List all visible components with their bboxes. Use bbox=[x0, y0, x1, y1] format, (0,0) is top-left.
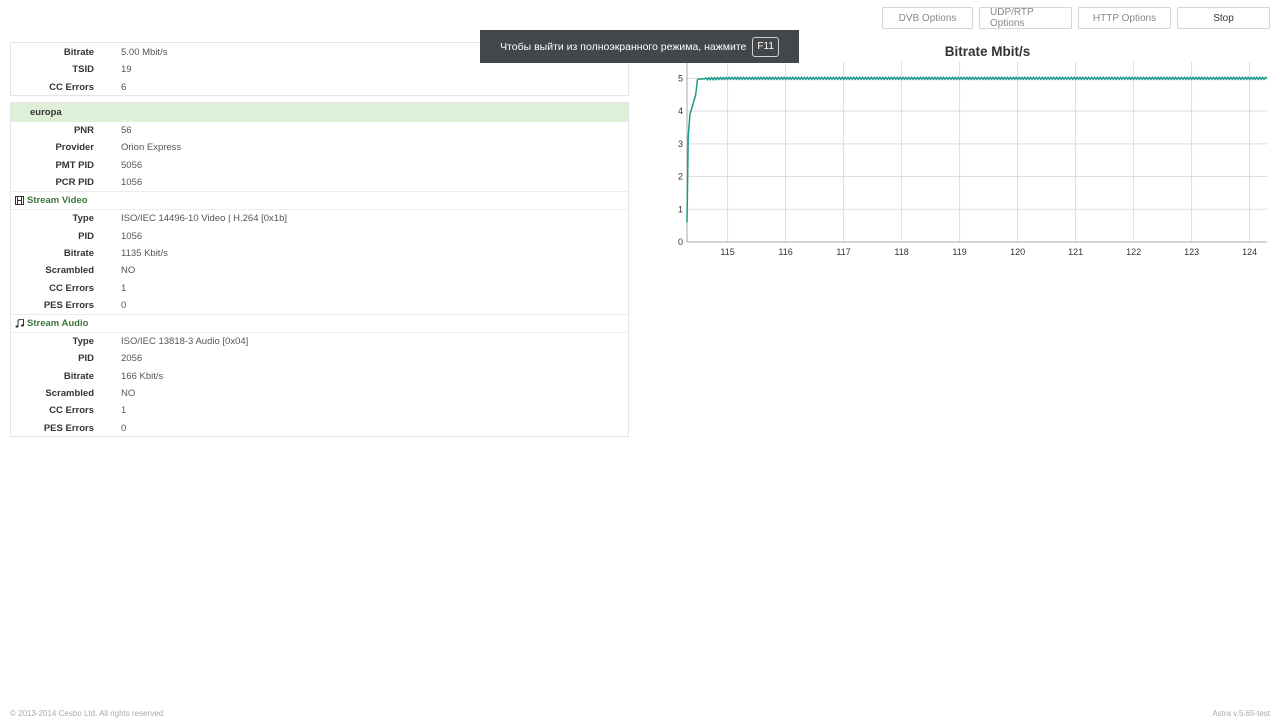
stop-button[interactable]: Stop bbox=[1177, 7, 1270, 29]
info-row: CC Errors 1 bbox=[11, 279, 628, 296]
info-value: ISO/IEC 14496-10 Video | H.264 [0x1b] bbox=[121, 213, 288, 225]
info-row: PCR PID 1056 bbox=[11, 174, 628, 191]
info-row: PNR 56 bbox=[11, 122, 628, 139]
y-tick-label: 0 bbox=[678, 237, 683, 247]
info-row: Bitrate 166 Kbit/s bbox=[11, 368, 628, 385]
info-value: 0 bbox=[121, 299, 127, 311]
info-row: PES Errors 0 bbox=[11, 419, 628, 436]
info-label: PES Errors bbox=[43, 299, 94, 311]
info-label: PCR PID bbox=[55, 177, 94, 189]
info-label: PNR bbox=[73, 125, 94, 137]
info-label: CC Errors bbox=[49, 81, 94, 93]
info-row: Scrambled NO bbox=[11, 385, 628, 402]
f11-key-badge: F11 bbox=[752, 36, 779, 57]
info-row: Scrambled NO bbox=[11, 262, 628, 279]
x-tick-label: 116 bbox=[778, 247, 792, 257]
info-value: NO bbox=[121, 388, 136, 399]
stream-video-title: Stream Video bbox=[27, 195, 88, 207]
info-label: PES Errors bbox=[43, 422, 94, 434]
info-row: PES Errors 0 bbox=[11, 297, 628, 314]
x-tick-label: 121 bbox=[1068, 247, 1083, 257]
info-value: 2056 bbox=[121, 353, 143, 365]
x-tick-label: 115 bbox=[720, 247, 734, 257]
stream-audio-rows: Type ISO/IEC 13818-3 Audio [0x04] PID 2056 B… bbox=[11, 333, 628, 437]
film-icon bbox=[15, 196, 24, 206]
info-row: Bitrate 1135 Kbit/s bbox=[11, 245, 628, 262]
fullscreen-exit-notice: Чтобы выйти из полноэкранного режима, на… bbox=[480, 30, 799, 63]
info-label: Bitrate bbox=[63, 47, 94, 59]
music-icon bbox=[15, 318, 24, 328]
fullscreen-notice-text: Чтобы выйти из полноэкранного режима, на… bbox=[500, 40, 747, 53]
info-value: Orion Express bbox=[121, 142, 182, 154]
bitrate-chart: Bitrate Mbit/s 0 1 2 3 4 5 115 116 117 118 119 120 1… bbox=[670, 40, 1280, 270]
info-value: 1056 bbox=[121, 230, 143, 242]
info-row: CC Errors 1 bbox=[11, 402, 628, 419]
info-row: Type ISO/IEC 14496-10 Video | H.264 [0x1b… bbox=[11, 210, 628, 227]
info-label: PMT PID bbox=[55, 159, 94, 171]
channel-info-panel: europa PNR 56 Provider Orion Express PMT PID… bbox=[10, 102, 629, 437]
info-row: Provider Orion Express bbox=[11, 139, 628, 156]
info-row: TSID 19 bbox=[11, 61, 628, 78]
y-tick-label: 3 bbox=[678, 139, 683, 149]
info-value: 1056 bbox=[121, 177, 143, 189]
x-tick-label: 124 bbox=[1242, 247, 1257, 257]
info-row: Type ISO/IEC 13818-3 Audio [0x04] bbox=[11, 333, 628, 350]
toolbar: DVB Options UDP/RTP Options HTTP Options… bbox=[882, 7, 1270, 29]
info-value: 0 bbox=[121, 422, 127, 434]
info-value: ISO/IEC 13818-3 Audio [0x04] bbox=[121, 336, 249, 348]
y-tick-label: 5 bbox=[678, 73, 683, 83]
info-value: 19 bbox=[121, 64, 132, 76]
series-line bbox=[686, 76, 1268, 223]
info-value: 5056 bbox=[121, 159, 143, 171]
x-tick-label: 123 bbox=[1184, 247, 1199, 257]
stream-video-header: Stream Video bbox=[11, 191, 628, 211]
info-row: CC Errors 6 bbox=[11, 79, 628, 96]
y-tick-label: 4 bbox=[678, 106, 683, 116]
x-tick-label: 122 bbox=[1126, 247, 1141, 257]
x-tick-label: 118 bbox=[894, 247, 908, 257]
info-label: Type bbox=[72, 336, 94, 348]
info-label: Scrambled bbox=[45, 388, 94, 399]
info-label: Bitrate bbox=[63, 370, 94, 382]
info-label: Scrambled bbox=[45, 265, 94, 277]
stream-audio-header: Stream Audio bbox=[11, 313, 628, 333]
info-label: Type bbox=[72, 213, 94, 225]
http-options-button[interactable]: HTTP Options bbox=[1078, 7, 1171, 29]
dvb-options-button[interactable]: DVB Options bbox=[882, 7, 973, 29]
stream-video-rows: Type ISO/IEC 14496-10 Video | H.264 [0x1b… bbox=[11, 210, 628, 314]
info-value: 166 Kbit/s bbox=[121, 370, 164, 382]
x-tick-label: 119 bbox=[952, 247, 966, 257]
y-tick-label: 1 bbox=[678, 204, 683, 214]
udp-rtp-options-button[interactable]: UDP/RTP Options bbox=[979, 7, 1072, 29]
chart-canvas: 012345115 116 117 118 119 120 121 122 123 124 bbox=[678, 62, 1268, 257]
channel-name-header: europa bbox=[11, 103, 628, 122]
x-tick-label: 120 bbox=[1010, 247, 1025, 257]
info-value: 5.00 Mbit/s bbox=[121, 47, 168, 59]
info-label: TSID bbox=[72, 64, 94, 76]
version-text: Astra v.5.65-test bbox=[1212, 709, 1270, 718]
info-row: PID 2056 bbox=[11, 350, 628, 367]
copyright-text: © 2013-2014 Cesbo Ltd. All rights reserv… bbox=[10, 709, 166, 718]
info-label: PID bbox=[78, 230, 94, 242]
info-label: Provider bbox=[55, 142, 94, 154]
info-value: 56 bbox=[121, 125, 132, 137]
info-value: 1135 Kbit/s bbox=[121, 247, 168, 259]
info-value: NO bbox=[121, 265, 136, 277]
info-value: 1 bbox=[121, 405, 127, 417]
info-row: PID 1056 bbox=[11, 227, 628, 244]
info-label: PID bbox=[78, 353, 94, 365]
info-value: 1 bbox=[121, 282, 127, 294]
info-label: CC Errors bbox=[49, 405, 94, 417]
channel-info-rows: PNR 56 Provider Orion Express PMT PID 5056 PCR… bbox=[11, 122, 628, 191]
info-value: 6 bbox=[121, 81, 127, 93]
y-tick-label: 2 bbox=[678, 172, 683, 182]
info-label: Bitrate bbox=[63, 247, 94, 259]
info-row: PMT PID 5056 bbox=[11, 157, 628, 174]
x-tick-label: 117 bbox=[836, 247, 850, 257]
stream-audio-title: Stream Audio bbox=[27, 317, 89, 329]
info-label: CC Errors bbox=[49, 282, 94, 294]
